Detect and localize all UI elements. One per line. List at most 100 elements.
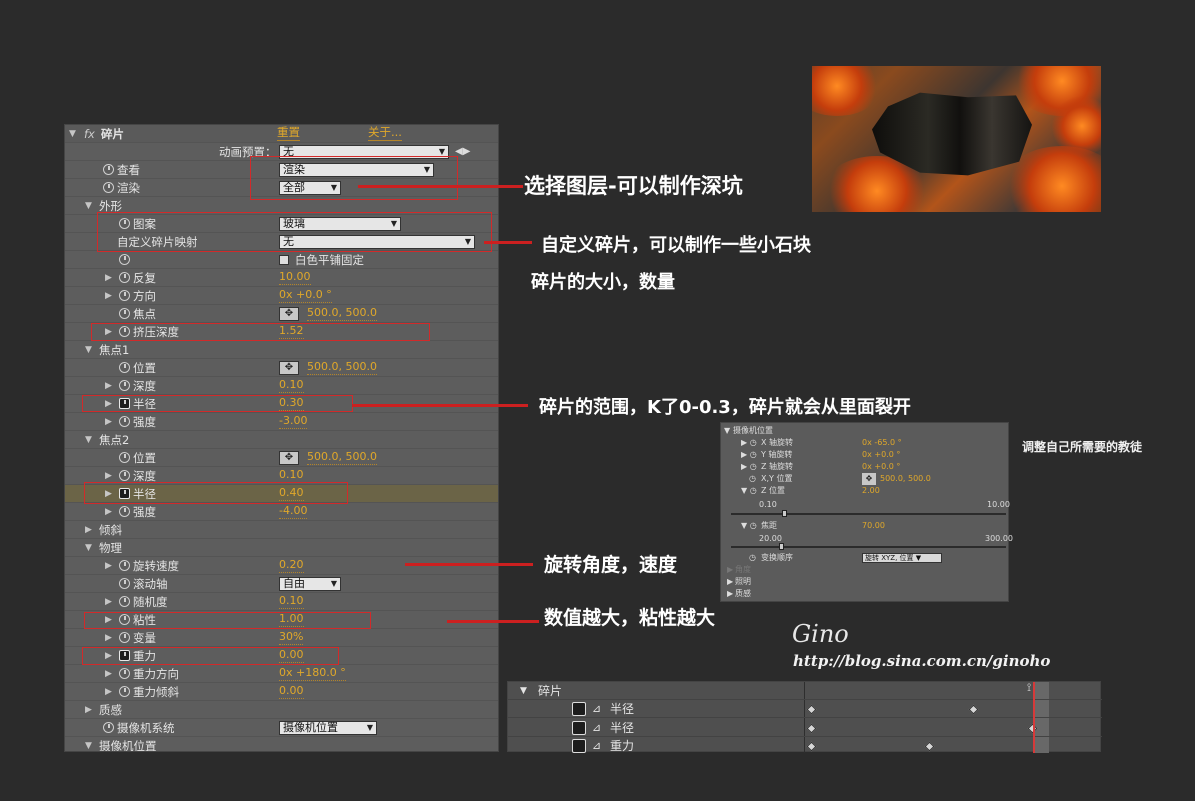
expand-triangle-icon[interactable]: ▶ — [105, 413, 112, 431]
graph-icon[interactable]: ⊿ — [592, 700, 601, 718]
collapse-triangle-icon[interactable]: ▼ — [85, 341, 92, 359]
x-rotation-value[interactable]: 0x -65.0 ° — [862, 437, 902, 449]
crosshair-icon[interactable]: ✥ — [862, 473, 876, 485]
stopwatch-icon[interactable] — [119, 416, 130, 427]
focal-value[interactable]: 70.00 — [862, 520, 885, 532]
xy-position-value[interactable]: 500.0, 500.0 — [880, 473, 931, 485]
lighting-group-row[interactable]: ▶ 照明 — [721, 576, 1008, 588]
physics-group-row[interactable]: ▼ 物理 — [65, 539, 498, 557]
expand-triangle-icon[interactable]: ▶ — [105, 269, 112, 287]
crosshair-icon[interactable]: ✥ — [279, 451, 299, 465]
expand-triangle-icon[interactable]: ▶ — [105, 683, 112, 701]
z-position-value[interactable]: 2.00 — [862, 485, 880, 497]
about-link[interactable]: 关于... — [368, 125, 402, 141]
expand-triangle-icon[interactable]: ▶ — [727, 564, 733, 576]
z-position-slider[interactable] — [731, 510, 1006, 517]
stopwatch-active-icon[interactable] — [572, 702, 586, 716]
stopwatch-icon[interactable] — [103, 164, 114, 175]
stopwatch-icon[interactable] — [119, 578, 130, 589]
expand-triangle-icon[interactable]: ▶ — [105, 593, 112, 611]
stopwatch-icon[interactable] — [103, 722, 114, 733]
tumble-dropdown[interactable]: 自由 ▼ — [279, 577, 341, 591]
stopwatch-active-icon[interactable] — [572, 721, 586, 735]
stopwatch-icon[interactable] — [119, 452, 130, 463]
expand-triangle-icon[interactable]: ▶ — [105, 287, 112, 305]
material-group-row[interactable]: ▶ 质感 — [721, 588, 1008, 600]
stopwatch-icon[interactable] — [119, 686, 130, 697]
expand-triangle-icon[interactable]: ▶ ◷ — [741, 449, 757, 461]
stopwatch-icon[interactable] — [119, 596, 130, 607]
z-rotation-value[interactable]: 0x +0.0 ° — [862, 461, 900, 473]
angle-group-row[interactable]: ▶ 角度 — [721, 564, 1008, 576]
stopwatch-icon[interactable] — [119, 668, 130, 679]
stopwatch-icon[interactable] — [119, 380, 130, 391]
f2-depth-value[interactable]: 0.10 — [279, 467, 304, 483]
f1-position-value[interactable]: 500.0, 500.0 — [307, 359, 377, 375]
gravity-incl-value[interactable]: 0.00 — [279, 683, 304, 699]
reset-link[interactable]: 重置 — [277, 125, 300, 141]
f1-strength-value[interactable]: -3.00 — [279, 413, 308, 429]
camera-system-dropdown[interactable]: 摄像机位置 ▼ — [279, 721, 377, 735]
stopwatch-icon[interactable]: ◷ — [749, 552, 756, 564]
camera-position-group-row[interactable]: ▼ 摄像机位置 — [65, 737, 498, 751]
expand-triangle-icon[interactable]: ▶ — [105, 629, 112, 647]
timeline-group-row[interactable]: ▼ 碎片 — [508, 682, 1102, 700]
random-value[interactable]: 0.10 — [279, 593, 304, 609]
texture-group-row[interactable]: ▶ 质感 — [65, 701, 498, 719]
expand-triangle-icon[interactable]: ▶ ◷ — [741, 461, 757, 473]
stopwatch-icon[interactable] — [119, 632, 130, 643]
expand-triangle-icon[interactable]: ▶ — [105, 503, 112, 521]
origin-value[interactable]: 500.0, 500.0 — [307, 305, 377, 321]
force2-group-row[interactable]: ▼ 焦点2 — [65, 431, 498, 449]
stopwatch-icon[interactable]: ◷ — [749, 473, 756, 485]
rot-speed-value[interactable]: 0.20 — [279, 557, 304, 573]
current-time-indicator[interactable] — [1033, 682, 1035, 753]
stopwatch-icon[interactable] — [119, 506, 130, 517]
f1-depth-value[interactable]: 0.10 — [279, 377, 304, 393]
expand-triangle-icon[interactable]: ▶ ◷ — [741, 437, 757, 449]
collapse-triangle-icon[interactable]: ▼ ◷ — [741, 485, 757, 497]
repeat-value[interactable]: 10.00 — [279, 269, 311, 285]
timeline-row-radius-2[interactable]: ⊿ 半径 — [508, 719, 1102, 737]
stopwatch-icon[interactable] — [119, 272, 130, 283]
stopwatch-icon[interactable] — [119, 560, 130, 571]
y-rotation-value[interactable]: 0x +0.0 ° — [862, 449, 900, 461]
slider-knob[interactable] — [779, 543, 785, 550]
stopwatch-icon[interactable] — [119, 362, 130, 373]
transform-order-dropdown[interactable]: 旋转 XYZ, 位置 ▼ — [862, 553, 942, 563]
collapse-triangle-icon[interactable]: ▼ — [85, 431, 92, 449]
expand-triangle-icon[interactable]: ▶ — [105, 377, 112, 395]
stopwatch-icon[interactable] — [119, 254, 130, 265]
force1-group-row[interactable]: ▼ 焦点1 — [65, 341, 498, 359]
expand-triangle-icon[interactable]: ▶ — [85, 701, 92, 719]
f2-position-value[interactable]: 500.0, 500.0 — [307, 449, 377, 465]
direction-value[interactable]: 0x +0.0 ° — [279, 287, 332, 303]
stopwatch-icon[interactable] — [119, 290, 130, 301]
expand-triangle-icon[interactable]: ▶ — [105, 557, 112, 575]
collapse-triangle-icon[interactable]: ▼ — [85, 737, 92, 751]
expand-triangle-icon[interactable]: ▶ — [727, 576, 733, 588]
timeline-row-radius-1[interactable]: ⊿ 半径 — [508, 700, 1102, 718]
white-tile-checkbox[interactable] — [279, 255, 289, 265]
expand-triangle-icon[interactable]: ▶ — [85, 521, 92, 539]
stopwatch-icon[interactable] — [103, 182, 114, 193]
expand-triangle-icon[interactable]: ▶ — [105, 665, 112, 683]
collapse-triangle-icon[interactable]: ▼ — [69, 125, 76, 143]
stopwatch-icon[interactable] — [119, 308, 130, 319]
timeline-row-gravity[interactable]: ⊿ 重力 — [508, 737, 1102, 755]
focal-slider[interactable] — [731, 543, 1006, 550]
camera-title-row[interactable]: ▼ 摄像机位置 — [721, 425, 1008, 437]
gravity-dir-value[interactable]: 0x +180.0 ° — [279, 665, 346, 681]
expand-triangle-icon[interactable]: ▶ — [727, 588, 733, 600]
variation-value[interactable]: 30% — [279, 629, 304, 645]
graph-icon[interactable]: ⊿ — [592, 719, 601, 737]
collapse-triangle-icon[interactable]: ▼ — [520, 682, 527, 700]
stopwatch-icon[interactable] — [119, 470, 130, 481]
collapse-triangle-icon[interactable]: ▼ — [85, 539, 92, 557]
gradient-group-row[interactable]: ▶ 倾斜 — [65, 521, 498, 539]
collapse-triangle-icon[interactable]: ▼ ◷ — [741, 520, 757, 532]
graph-icon[interactable]: ⊿ — [592, 737, 601, 755]
effect-header-row[interactable]: ▼ fx 碎片 重置 关于... — [65, 125, 498, 143]
collapse-triangle-icon[interactable]: ▼ — [85, 197, 92, 215]
playhead-handle-icon[interactable]: ⟟ — [1027, 681, 1031, 695]
